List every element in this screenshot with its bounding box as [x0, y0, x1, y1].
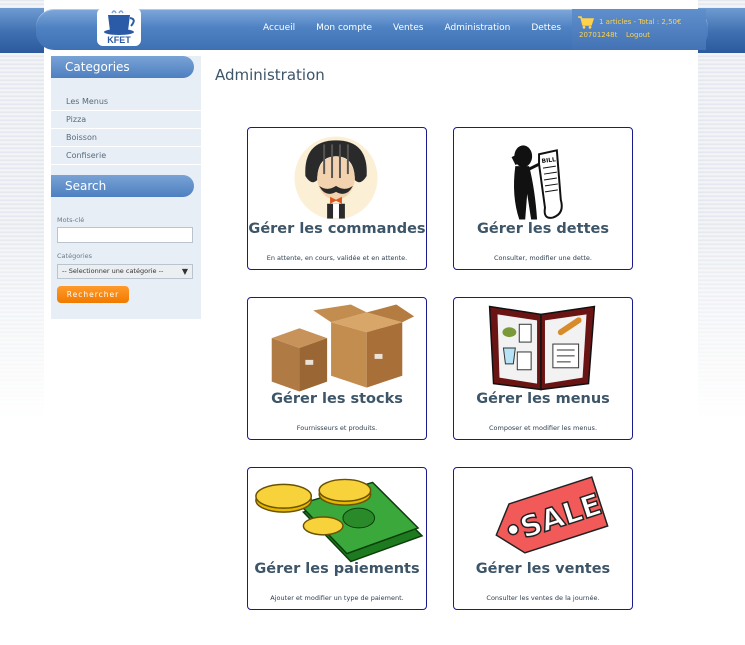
card-description: Consulter les ventes de la journée. — [486, 594, 600, 602]
chef-icon — [294, 136, 378, 220]
bill-icon: BILL — [511, 145, 563, 220]
boxes-icon — [271, 304, 415, 392]
card-title: Gérer les commandes — [248, 221, 426, 237]
card-ventes[interactable]: SALE Gérer les ventes Consulter les vent… — [453, 467, 633, 610]
cart-panel: 1 articles - Total : 2,50€ 20701248t Log… — [572, 9, 706, 50]
sidebar: Categories Les Menus Pizza Boisson Confi… — [51, 56, 201, 319]
card-title: Gérer les ventes — [475, 561, 611, 577]
money-icon — [255, 478, 424, 563]
dropdown-arrow-icon: ▼ — [181, 267, 188, 276]
category-pizza[interactable]: Pizza — [51, 111, 201, 129]
card-description: Fournisseurs et produits. — [296, 424, 378, 432]
logout-link[interactable]: Logout — [626, 31, 650, 39]
card-description: Ajouter et modifier un type de paiement. — [270, 594, 404, 602]
card-description: Consulter, modifier une dette. — [494, 254, 592, 262]
cart-icon[interactable] — [578, 15, 594, 29]
logo[interactable]: KFET — [97, 8, 141, 46]
card-title: Gérer les dettes — [477, 221, 609, 237]
card-title: Gérer les menus — [476, 391, 610, 407]
nav-mon-compte[interactable]: Mon compte — [316, 22, 372, 34]
category-select[interactable]: -- Selectionner une catégorie -- ▼ — [57, 264, 193, 279]
nav-accueil[interactable]: Accueil — [263, 22, 295, 34]
card-paiements[interactable]: Gérer les paiements Ajouter et modifier … — [247, 467, 427, 610]
user-id: 20701248t — [579, 31, 618, 39]
cart-summary[interactable]: 1 articles - Total : 2,50€ — [599, 18, 681, 26]
card-description: En attente, en cours, validée et en atte… — [266, 254, 408, 262]
card-menus[interactable]: Gérer les menus Composer et modifier les… — [453, 297, 633, 440]
main-menu: Accueil Mon compte Ventes Administration… — [263, 22, 582, 34]
logo-text: KFET — [107, 35, 131, 45]
page-title: Administration — [215, 66, 325, 84]
category-les-menus[interactable]: Les Menus — [51, 93, 201, 111]
sale-tag-icon: SALE — [495, 476, 609, 554]
nav-ventes[interactable]: Ventes — [393, 22, 423, 34]
categories-heading: Categories — [51, 56, 194, 78]
card-title: Gérer les paiements — [254, 561, 420, 577]
search-heading: Search — [51, 175, 194, 197]
card-description: Composer et modifier les menus. — [488, 424, 598, 432]
category-label: Catégories — [57, 252, 93, 260]
keyword-input[interactable] — [57, 227, 193, 243]
search-button[interactable]: Rechercher — [57, 286, 129, 303]
category-list: Les Menus Pizza Boisson Confiserie — [51, 93, 201, 165]
nav-dettes[interactable]: Dettes — [531, 22, 561, 34]
category-confiserie[interactable]: Confiserie — [51, 147, 201, 165]
nav-administration[interactable]: Administration — [444, 22, 510, 34]
category-select-value: -- Selectionner une catégorie -- — [62, 267, 164, 275]
card-dettes[interactable]: BILL Gérer les dettes Consulter, modifie… — [453, 127, 633, 270]
keyword-label: Mots-clé — [57, 216, 85, 224]
card-title: Gérer les stocks — [271, 391, 403, 407]
coffee-cup-icon: KFET — [104, 10, 135, 45]
category-boisson[interactable]: Boisson — [51, 129, 201, 147]
menu-icon — [488, 305, 596, 391]
card-stocks[interactable]: Gérer les stocks Fournisseurs et produit… — [247, 297, 427, 440]
card-commandes[interactable]: Gérer les commandes En attente, en cours… — [247, 127, 427, 270]
